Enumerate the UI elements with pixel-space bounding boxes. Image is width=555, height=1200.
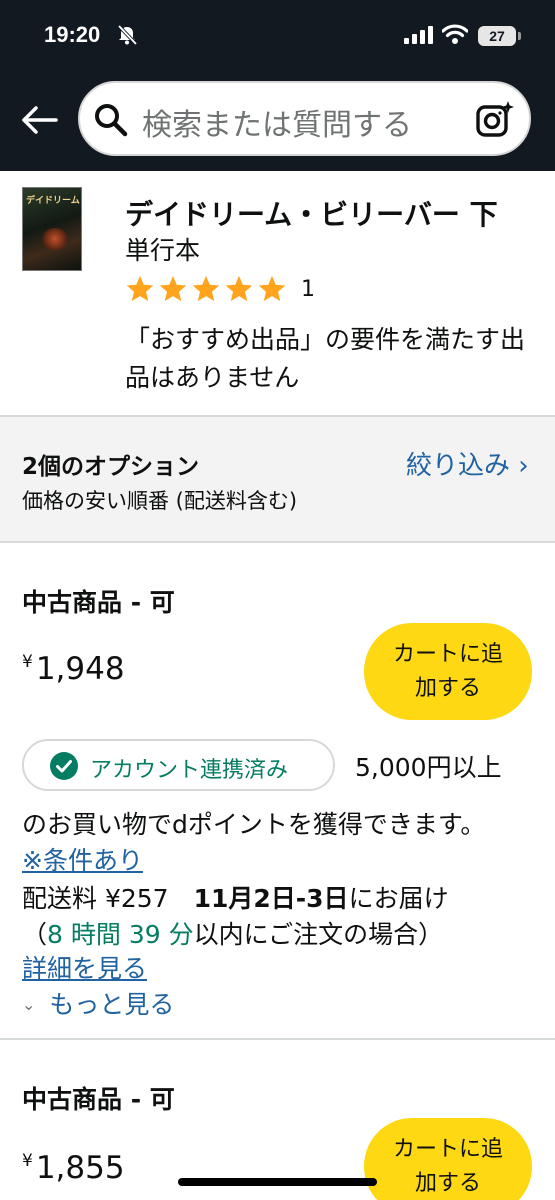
star-icon: [258, 275, 286, 302]
home-indicator[interactable]: [178, 1178, 377, 1186]
price-value: 1,948: [35, 651, 125, 687]
chevron-down-icon: ⌄: [22, 995, 36, 1014]
order-deadline: （8 時間 39 分以内にご注文の場合）: [22, 915, 443, 951]
product-format: 単行本: [125, 236, 201, 265]
point-text: のお買い物でdポイントを獲得できます。: [22, 810, 473, 839]
deadline-open: （: [22, 920, 48, 949]
delivery-date: 11月2日-3日: [193, 884, 349, 913]
offer-condition: 中古商品 - 可: [22, 1085, 175, 1114]
battery-icon: 27: [478, 26, 516, 46]
rating-stars[interactable]: [125, 274, 287, 304]
book-cover-image[interactable]: デイドリーム・ビリーバー: [22, 187, 82, 271]
check-circle-icon: [50, 752, 78, 780]
add-to-cart-button[interactable]: カートに追加する: [364, 1118, 532, 1200]
search-icon: [95, 104, 128, 137]
star-icon: [192, 275, 220, 302]
delivery-suffix: にお届け: [348, 884, 449, 913]
show-more-label[interactable]: もっと見る: [49, 990, 174, 1019]
rating-count[interactable]: 1: [301, 277, 315, 302]
bell-slash-icon: [117, 24, 138, 46]
sort-order-label: 価格の安い順番 (配送料含む): [22, 489, 298, 513]
offer-price: ¥1,948: [22, 651, 125, 687]
account-linked-badge: アカウント連携済み: [22, 739, 335, 791]
star-icon: [225, 275, 253, 302]
currency-symbol: ¥: [22, 1151, 33, 1171]
options-header: 2個のオプション 価格の安い順番 (配送料含む) 絞り込み ›: [0, 417, 555, 543]
back-arrow-icon[interactable]: [20, 100, 60, 140]
shipping-fee: 配送料 ¥257: [22, 884, 169, 913]
camera-search-icon[interactable]: [475, 100, 515, 140]
deadline-rest: 以内にご注文の場合）: [193, 920, 444, 949]
details-link-label[interactable]: 詳細を見る: [22, 954, 147, 983]
cover-title: デイドリーム・ビリーバー: [26, 196, 80, 205]
product-title[interactable]: デイドリーム・ビリーバー 下: [125, 193, 498, 233]
search-placeholder: 検索または質問する: [142, 108, 412, 143]
currency-symbol: ¥: [22, 652, 33, 672]
badge-label: アカウント連携済み: [90, 758, 289, 783]
filter-link[interactable]: 絞り込み ›: [406, 445, 529, 482]
status-time: 19:20: [44, 22, 101, 47]
search-input[interactable]: 検索または質問する: [78, 81, 531, 156]
offer-condition: 中古商品 - 可: [22, 588, 175, 617]
battery-nub: [518, 32, 521, 40]
offer-card: 中古商品 - 可 ¥1,948 カートに追加する アカウント連携済み 5,000…: [0, 543, 555, 1040]
star-icon: [126, 275, 154, 302]
details-link[interactable]: 詳細を見る: [22, 949, 147, 985]
featured-offer-note: 「おすすめ出品」の要件を満たす出品はありません: [125, 325, 526, 392]
add-to-cart-button[interactable]: カートに追加する: [364, 623, 532, 720]
product-summary: デイドリーム・ビリーバー デイドリーム・ビリーバー 下 単行本 1 「おすすめ出…: [0, 171, 555, 417]
shipping-info: 配送料 ¥257 11月2日-3日にお届け: [22, 879, 449, 915]
wifi-icon: [442, 24, 468, 44]
show-more-button[interactable]: ⌄ もっと見る: [22, 985, 174, 1021]
offer-card: 中古商品 - 可 ¥1,855 カートに追加する: [0, 1040, 555, 1200]
price-value: 1,855: [35, 1150, 125, 1186]
options-count: 2個のオプション: [22, 454, 200, 480]
app-header: 19:20 27 検索または質問する: [0, 0, 555, 171]
conditions-link[interactable]: ※条件あり: [22, 846, 143, 875]
point-threshold: 5,000円以上: [355, 753, 502, 782]
cover-art: [41, 228, 69, 250]
offer-price: ¥1,855: [22, 1150, 125, 1186]
star-icon: [159, 275, 187, 302]
signal-icon: [404, 26, 433, 44]
deadline-time: 8 時間 39 分: [47, 920, 194, 949]
point-description: のお買い物でdポイントを獲得できます。 ※条件あり: [22, 807, 502, 879]
